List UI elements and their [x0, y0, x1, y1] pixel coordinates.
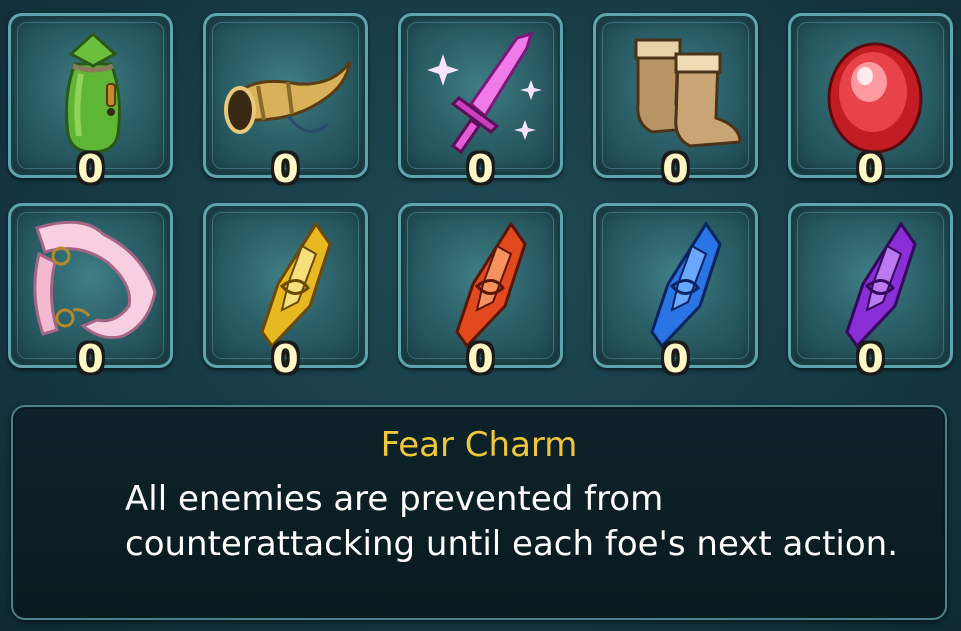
description-panel: Fear Charm All enemies are prevented fro… [11, 405, 947, 620]
item-count: 0 [77, 147, 104, 191]
purple-crest-icon [845, 221, 917, 349]
item-count: 0 [857, 147, 884, 191]
item-slot-blue-crest[interactable]: 0 [593, 203, 758, 381]
item-count: 0 [272, 337, 299, 381]
item-count: 0 [467, 147, 494, 191]
item-grid: 0 0 0 0 0 0 0 0 0 0 [0, 0, 961, 400]
green-pouch-icon [65, 31, 121, 154]
item-slot-horn[interactable]: 0 [203, 13, 368, 191]
item-count: 0 [77, 337, 104, 381]
item-slot-boots[interactable]: 0 [593, 13, 758, 191]
item-count: 0 [272, 147, 299, 191]
item-count: 0 [662, 337, 689, 381]
red-crest-icon [455, 221, 527, 349]
item-count: 0 [857, 337, 884, 381]
item-description: All enemies are prevented from counterat… [125, 479, 899, 564]
item-count: 0 [467, 337, 494, 381]
item-slot-gold-crest[interactable]: 0 [203, 203, 368, 381]
red-gem-icon [827, 42, 923, 154]
item-slot-green-pouch[interactable]: 0 [8, 13, 173, 191]
item-slot-dagger[interactable]: 0 [398, 13, 563, 191]
item-slot-pink-scarf[interactable]: 0 [8, 203, 173, 381]
item-slot-purple-crest[interactable]: 0 [788, 203, 953, 381]
boots-icon [634, 38, 742, 148]
dagger-icon [427, 31, 542, 155]
item-slot-red-crest[interactable]: 0 [398, 203, 563, 381]
horn-icon [224, 61, 352, 134]
item-title: Fear Charm [380, 425, 578, 465]
blue-crest-icon [650, 221, 722, 349]
item-count: 0 [662, 147, 689, 191]
item-slot-red-gem[interactable]: 0 [788, 13, 953, 191]
pink-scarf-icon [33, 220, 157, 340]
gold-crest-icon [260, 221, 332, 349]
